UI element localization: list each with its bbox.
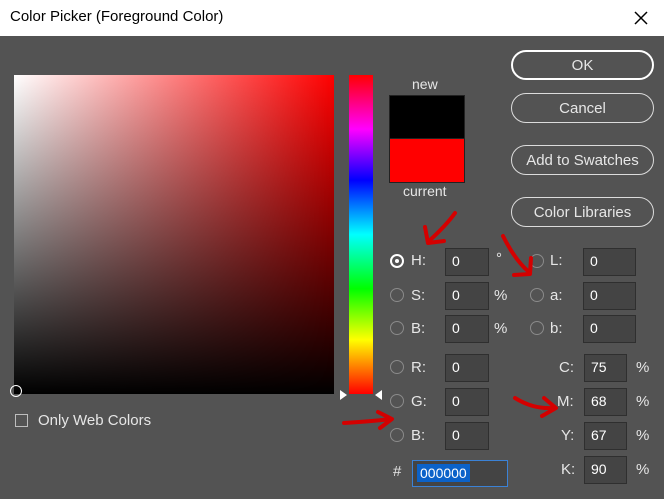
rgb-b-radio[interactable] [390,428,404,442]
only-web-colors-label: Only Web Colors [38,412,152,429]
s-label: S: [411,287,426,304]
title-bar: Color Picker (Foreground Color) [0,0,664,36]
lab-b-field[interactable]: 0 [583,315,636,343]
r-label: R: [411,359,426,376]
y-unit: % [636,427,650,444]
l-label: L: [550,252,563,269]
y-field[interactable]: 67 [584,422,627,450]
h-label: H: [411,252,426,269]
hue-slider[interactable] [349,75,373,394]
r-field[interactable]: 0 [445,354,489,382]
current-label: current [403,183,447,199]
k-field[interactable]: 90 [584,456,627,484]
s-radio[interactable] [390,288,404,302]
new-label: new [412,76,438,92]
r-radio[interactable] [390,360,404,374]
rgb-b-field[interactable]: 0 [445,422,489,450]
c-unit: % [636,359,650,376]
window-title: Color Picker (Foreground Color) [10,8,224,25]
b-field[interactable]: 0 [445,315,489,343]
a-label: a: [550,287,563,304]
g-field[interactable]: 0 [445,388,489,416]
h-unit: ° [496,250,502,267]
close-icon[interactable] [628,5,654,31]
m-unit: % [636,393,650,410]
add-to-swatches-button[interactable]: Add to Swatches [511,145,654,175]
new-color-swatch [389,95,465,140]
cancel-button[interactable]: Cancel [511,93,654,123]
hex-label: # [393,463,402,480]
h-field[interactable]: 0 [445,248,489,276]
ok-button[interactable]: OK [511,50,654,80]
c-label: C: [559,359,574,376]
a-field[interactable]: 0 [583,282,636,310]
b-unit: % [494,320,508,337]
c-field[interactable]: 75 [584,354,627,382]
color-field[interactable] [14,75,334,394]
y-label: Y: [561,427,575,444]
b-label: B: [411,320,426,337]
g-label: G: [411,393,427,410]
hue-slider-left-arrow-icon[interactable] [340,390,347,400]
hue-slider-right-arrow-icon[interactable] [375,390,382,400]
lab-b-label: b: [550,320,563,337]
only-web-colors-checkbox[interactable] [15,414,28,427]
b-radio[interactable] [390,321,404,335]
g-radio[interactable] [390,394,404,408]
hex-value: 000000 [417,464,470,482]
h-radio[interactable] [390,254,404,268]
color-field-marker-icon[interactable] [10,385,22,397]
m-field[interactable]: 68 [584,388,627,416]
k-unit: % [636,461,650,478]
l-field[interactable]: 0 [583,248,636,276]
l-radio[interactable] [530,254,544,268]
s-field[interactable]: 0 [445,282,489,310]
m-label: M: [557,393,574,410]
k-label: K: [561,461,576,478]
current-color-swatch[interactable] [389,138,465,183]
s-unit: % [494,287,508,304]
rgb-b-label: B: [411,427,426,444]
color-libraries-button[interactable]: Color Libraries [511,197,654,227]
a-radio[interactable] [530,288,544,302]
lab-b-radio[interactable] [530,321,544,335]
